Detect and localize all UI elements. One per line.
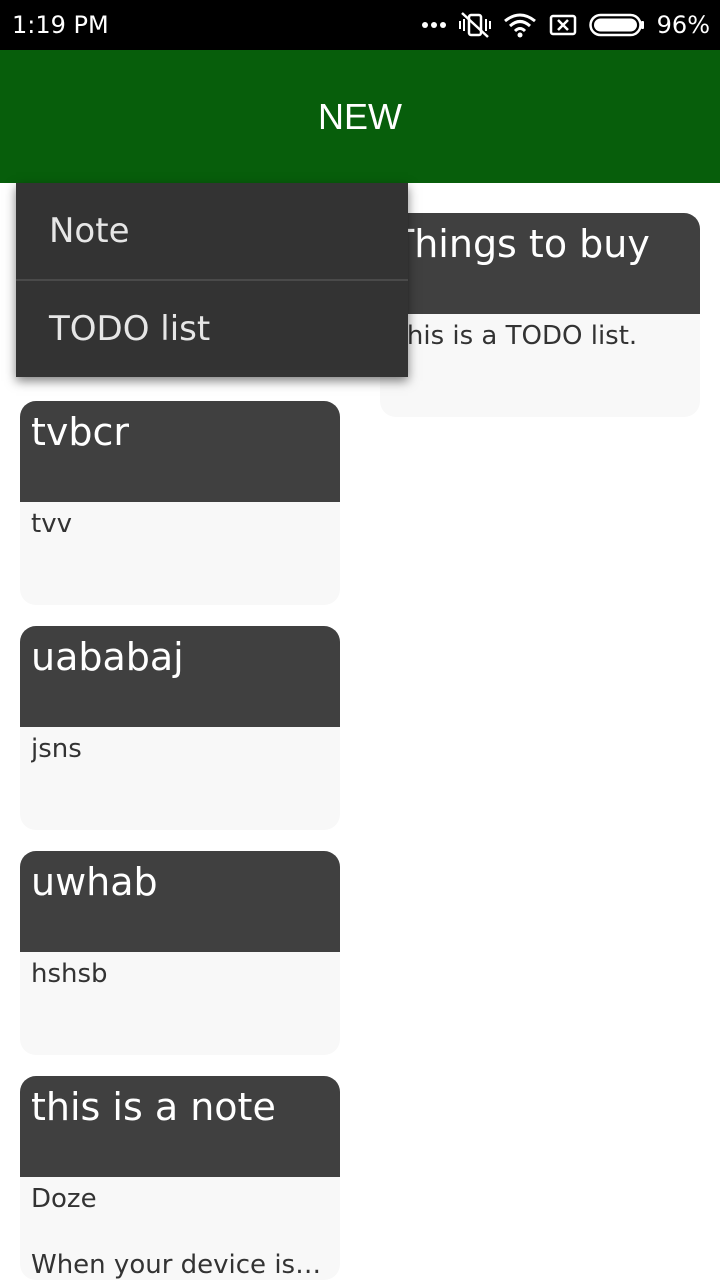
- status-icons: 96%: [421, 10, 710, 40]
- new-item-popup-menu: Note TODO list: [16, 183, 408, 377]
- card-body: hshsb: [31, 958, 329, 990]
- wifi-icon: [503, 13, 536, 38]
- card-header: this is a note: [20, 1076, 340, 1177]
- card-title: Things to buy: [391, 222, 650, 266]
- menu-item-note[interactable]: Note: [16, 183, 408, 279]
- card-body-line: Doze: [31, 1184, 97, 1214]
- app-bar: NEW: [0, 50, 720, 183]
- card-body-line: tvv: [31, 509, 72, 539]
- card-body-line: hshsb: [31, 959, 108, 989]
- card-body: Doze When your device is a...: [31, 1183, 329, 1280]
- no-sim-icon: [549, 14, 576, 36]
- card-body: tvv: [31, 508, 329, 540]
- card-header: tvbcr: [20, 401, 340, 502]
- battery-percentage: 96%: [656, 11, 710, 39]
- card-body-line: jsns: [31, 734, 82, 764]
- card-body: jsns: [31, 733, 329, 765]
- card-title: this is a note: [31, 1085, 276, 1129]
- note-card[interactable]: uababaj jsns: [20, 626, 340, 830]
- note-card[interactable]: this is a note Doze When your device is …: [20, 1076, 340, 1280]
- note-card[interactable]: tvbcr tvv: [20, 401, 340, 605]
- note-card[interactable]: Things to buy This is a TODO list.: [380, 213, 700, 417]
- card-title: tvbcr: [31, 410, 130, 454]
- menu-item-label: Note: [49, 211, 130, 251]
- status-time: 1:19 PM: [12, 11, 109, 39]
- card-header: Things to buy: [380, 213, 700, 314]
- card-header: uwhab: [20, 851, 340, 952]
- menu-item-label: TODO list: [49, 309, 211, 349]
- silent-vibrate-icon: [458, 12, 491, 38]
- card-body-line: This is a TODO list.: [391, 321, 638, 351]
- card-body-line: When your device is a...: [31, 1250, 329, 1280]
- card-title: uwhab: [31, 860, 158, 904]
- menu-item-todo-list[interactable]: TODO list: [16, 281, 408, 377]
- note-card[interactable]: uwhab hshsb: [20, 851, 340, 1055]
- card-header: uababaj: [20, 626, 340, 727]
- more-dots-icon: [421, 22, 446, 28]
- battery-icon: [588, 13, 644, 37]
- card-body: This is a TODO list.: [391, 320, 689, 352]
- page-title: NEW: [318, 95, 402, 137]
- card-title: uababaj: [31, 635, 184, 679]
- status-bar: 1:19 PM 96%: [0, 0, 720, 50]
